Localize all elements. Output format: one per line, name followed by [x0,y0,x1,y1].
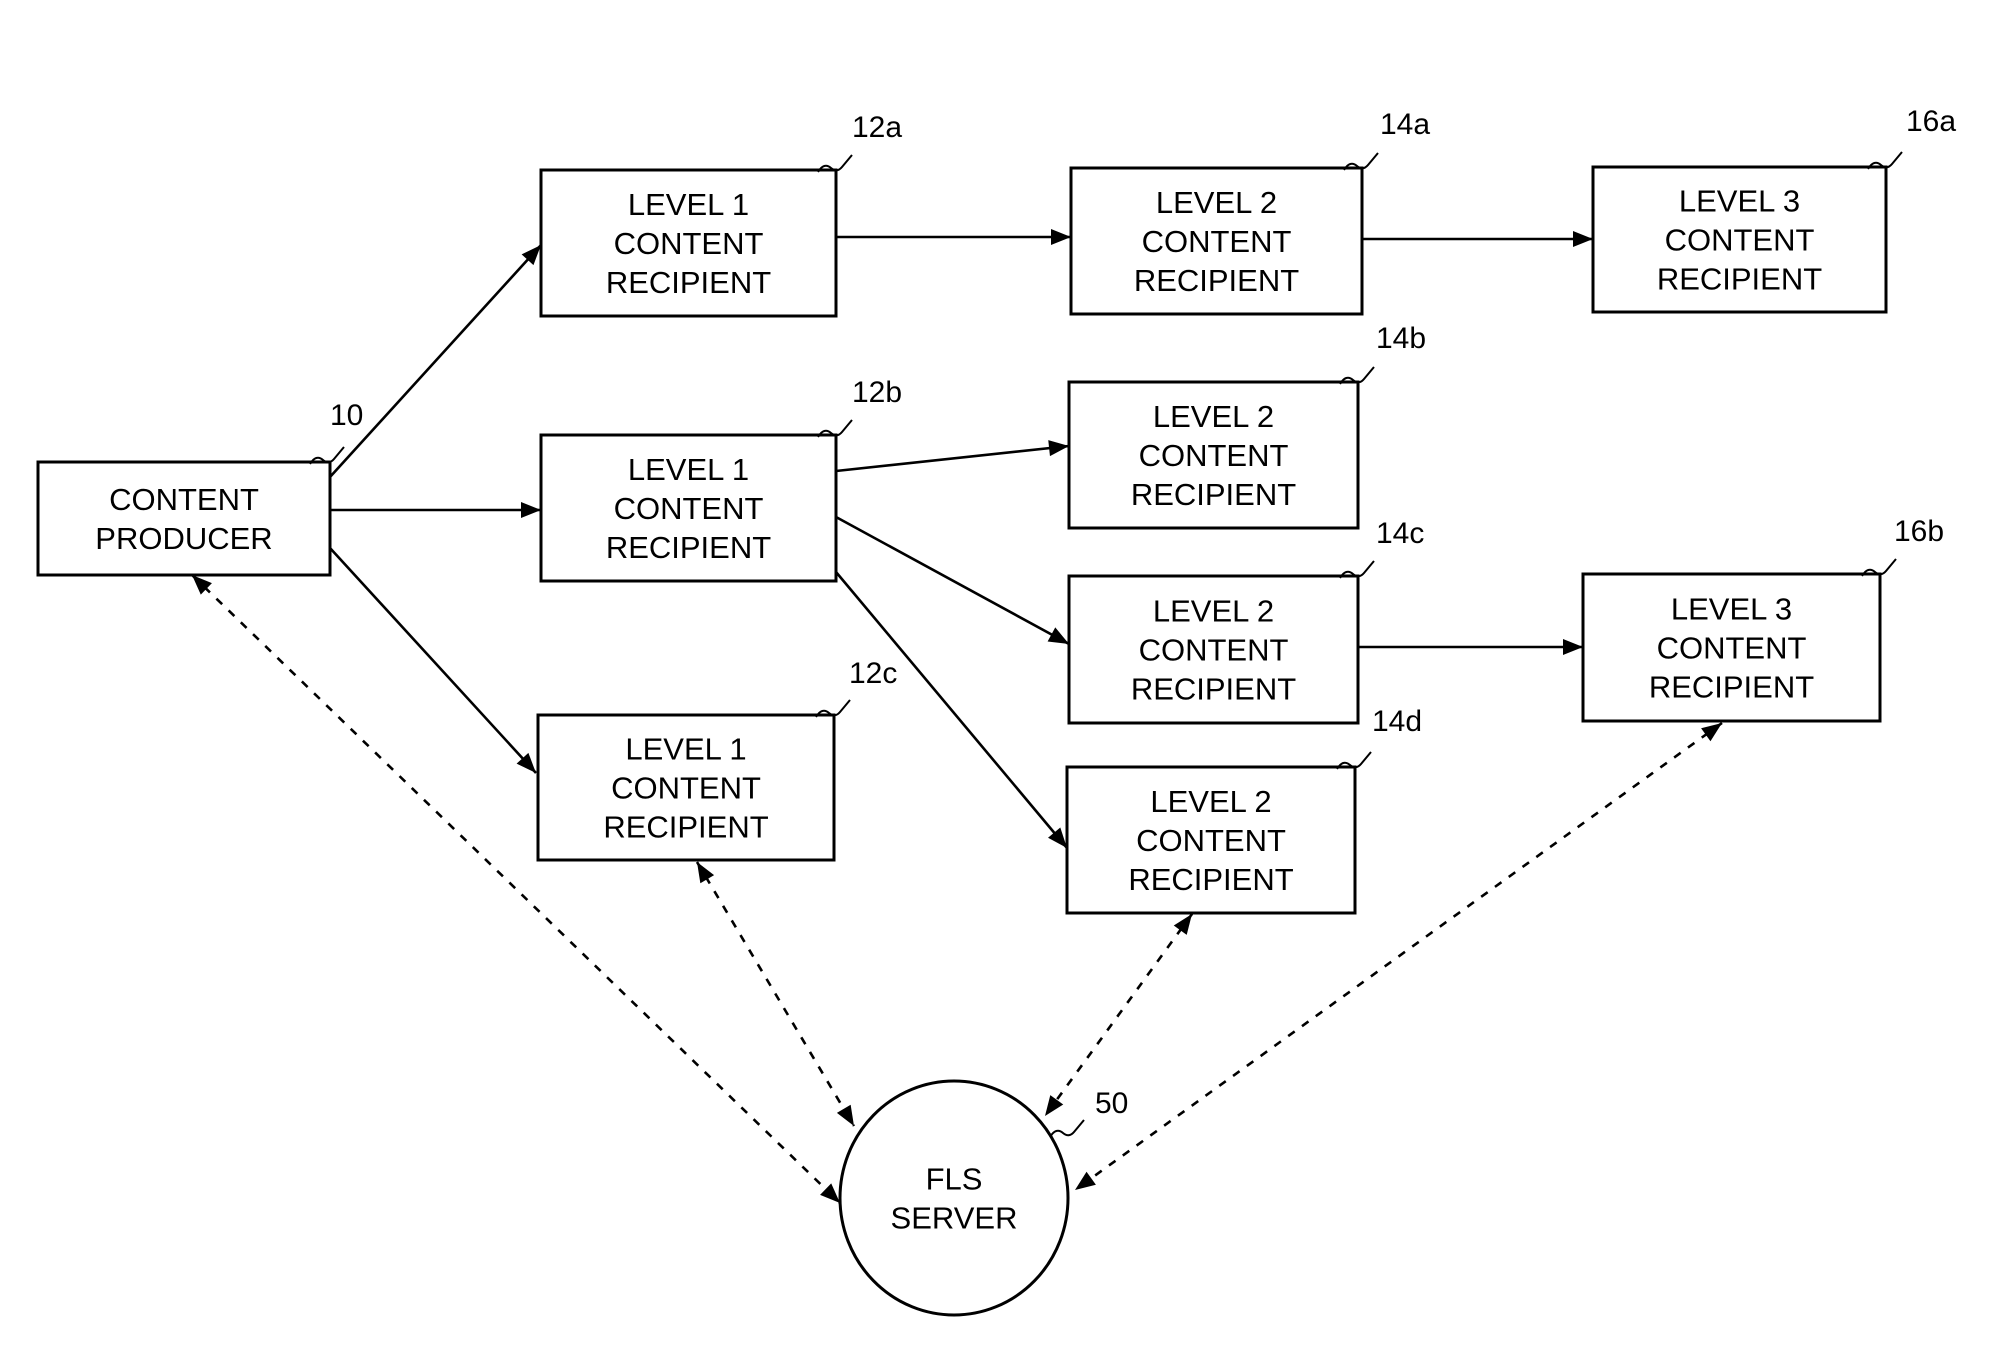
edge-10-to-50 [191,574,841,1204]
edge-12b-to-14b [835,440,1070,473]
reference-numeral: 50 [1095,1087,1128,1120]
node-text-line: CONTENT [1142,224,1292,259]
node-text-line: LEVEL 2 [1153,594,1274,629]
node-text-line: CONTENT [1657,631,1807,666]
node-text-line: RECIPIENT [606,265,771,300]
edges-layer [191,229,1723,1204]
reference-numeral: 12b [852,376,902,409]
edge-12a-to-14a [836,229,1071,245]
node-12c[interactable]: LEVEL 1 CONTENT RECIPIENT 12c [536,657,897,862]
node-text-line: PRODUCER [95,521,272,556]
node-14b[interactable]: LEVEL 2 CONTENT RECIPIENT 14b [1067,322,1426,530]
edge-12b-to-14c [835,515,1070,646]
node-text-line: LEVEL 1 [628,187,749,222]
solid-connector [329,547,537,774]
fls-server-node[interactable]: FLS SERVER 50 [838,1079,1128,1317]
solid-connector [835,571,1068,849]
node-14a[interactable]: LEVEL 2 CONTENT RECIPIENT 14a [1069,108,1430,316]
edge-14d-to-50 [1043,913,1194,1117]
arrowhead-icon [1047,627,1069,644]
arrowhead-icon [820,1183,840,1203]
server-circle [838,1079,1070,1317]
arrowhead-icon [1075,1171,1096,1190]
arrowhead-icon [1173,914,1192,935]
node-16a[interactable]: LEVEL 3 CONTENT RECIPIENT 16a [1591,105,1956,314]
node-16b[interactable]: LEVEL 3 CONTENT RECIPIENT 16b [1581,515,1944,723]
node-text-line: LEVEL 2 [1153,399,1274,434]
arrowhead-icon [1051,229,1071,245]
node-text-line: LEVEL 2 [1150,784,1271,819]
edge-10-to-12c [329,547,537,774]
node-text-line: CONTENT [611,771,761,806]
node-text-line: CONTENT [1665,223,1815,258]
node-text-line: RECIPIENT [1649,670,1814,705]
node-text-line: RECIPIENT [1131,477,1296,512]
reference-numeral: 14c [1376,517,1424,550]
reference-numeral: 12c [849,657,897,690]
arrowhead-icon [521,502,541,518]
node-text-line: CONTENT [1136,823,1286,858]
edge-14a-to-16a [1362,231,1593,247]
node-text-line: RECIPIENT [606,530,771,565]
edge-10-to-12a [329,244,542,478]
node-text-line: LEVEL 1 [625,732,746,767]
arrowhead-icon [1563,639,1583,655]
node-text-line: LEVEL 3 [1671,592,1792,627]
node-text-line: LEVEL 1 [628,452,749,487]
reference-numeral: 14d [1372,705,1422,738]
solid-connector [835,444,1070,473]
node-text-line: RECIPIENT [1657,262,1822,297]
node-text-line: CONTENT [109,482,259,517]
reference-numeral: 10 [330,399,363,432]
nodes-layer: CONTENT PRODUCER 10 LEVEL 1 CONTENT RECIPIENT… [36,105,1956,1317]
node-text-line: LEVEL 2 [1156,185,1277,220]
node-box [36,460,332,577]
node-14d[interactable]: LEVEL 2 CONTENT RECIPIENT 14d [1065,705,1422,915]
arrowhead-icon [1701,723,1722,742]
reference-numeral: 14b [1376,322,1426,355]
node-text-line: CONTENT [1139,633,1289,668]
edge-12b-to-14d [835,571,1068,849]
reference-leader [1049,1119,1085,1138]
arrowhead-icon [697,862,715,884]
node-text-line: CONTENT [614,226,764,261]
arrowhead-icon [1045,1095,1064,1116]
node-text-line: RECIPIENT [1131,672,1296,707]
node-text-line: SERVER [891,1201,1018,1236]
reference-numeral: 14a [1380,108,1430,141]
reference-numeral: 12a [852,111,902,144]
solid-connector [329,244,542,478]
node-text-line: CONTENT [1139,438,1289,473]
node-text-line: FLS [926,1162,983,1197]
content-distribution-diagram: CONTENT PRODUCER 10 LEVEL 1 CONTENT RECIPIENT… [36,105,1956,1317]
arrowhead-icon [1048,440,1069,457]
node-text-line: RECIPIENT [1128,862,1293,897]
edge-10-to-12b [330,502,541,518]
node-text-line: LEVEL 3 [1679,184,1800,219]
arrowhead-icon [836,1104,854,1126]
arrowhead-icon [1573,231,1593,247]
node-14c[interactable]: LEVEL 2 CONTENT RECIPIENT 14c [1067,517,1424,725]
reference-numeral: 16a [1906,105,1956,138]
node-10[interactable]: CONTENT PRODUCER 10 [36,399,363,577]
solid-connector [835,515,1070,646]
node-12a[interactable]: LEVEL 1 CONTENT RECIPIENT 12a [539,111,902,318]
dashed-connector [191,574,841,1204]
node-text-line: RECIPIENT [603,810,768,845]
node-text-line: CONTENT [614,491,764,526]
node-text-line: RECIPIENT [1134,263,1299,298]
node-12b[interactable]: LEVEL 1 CONTENT RECIPIENT 12b [539,376,902,583]
reference-numeral: 16b [1894,515,1944,548]
dashed-connector [1043,913,1194,1117]
edge-14c-to-16b [1358,639,1583,655]
